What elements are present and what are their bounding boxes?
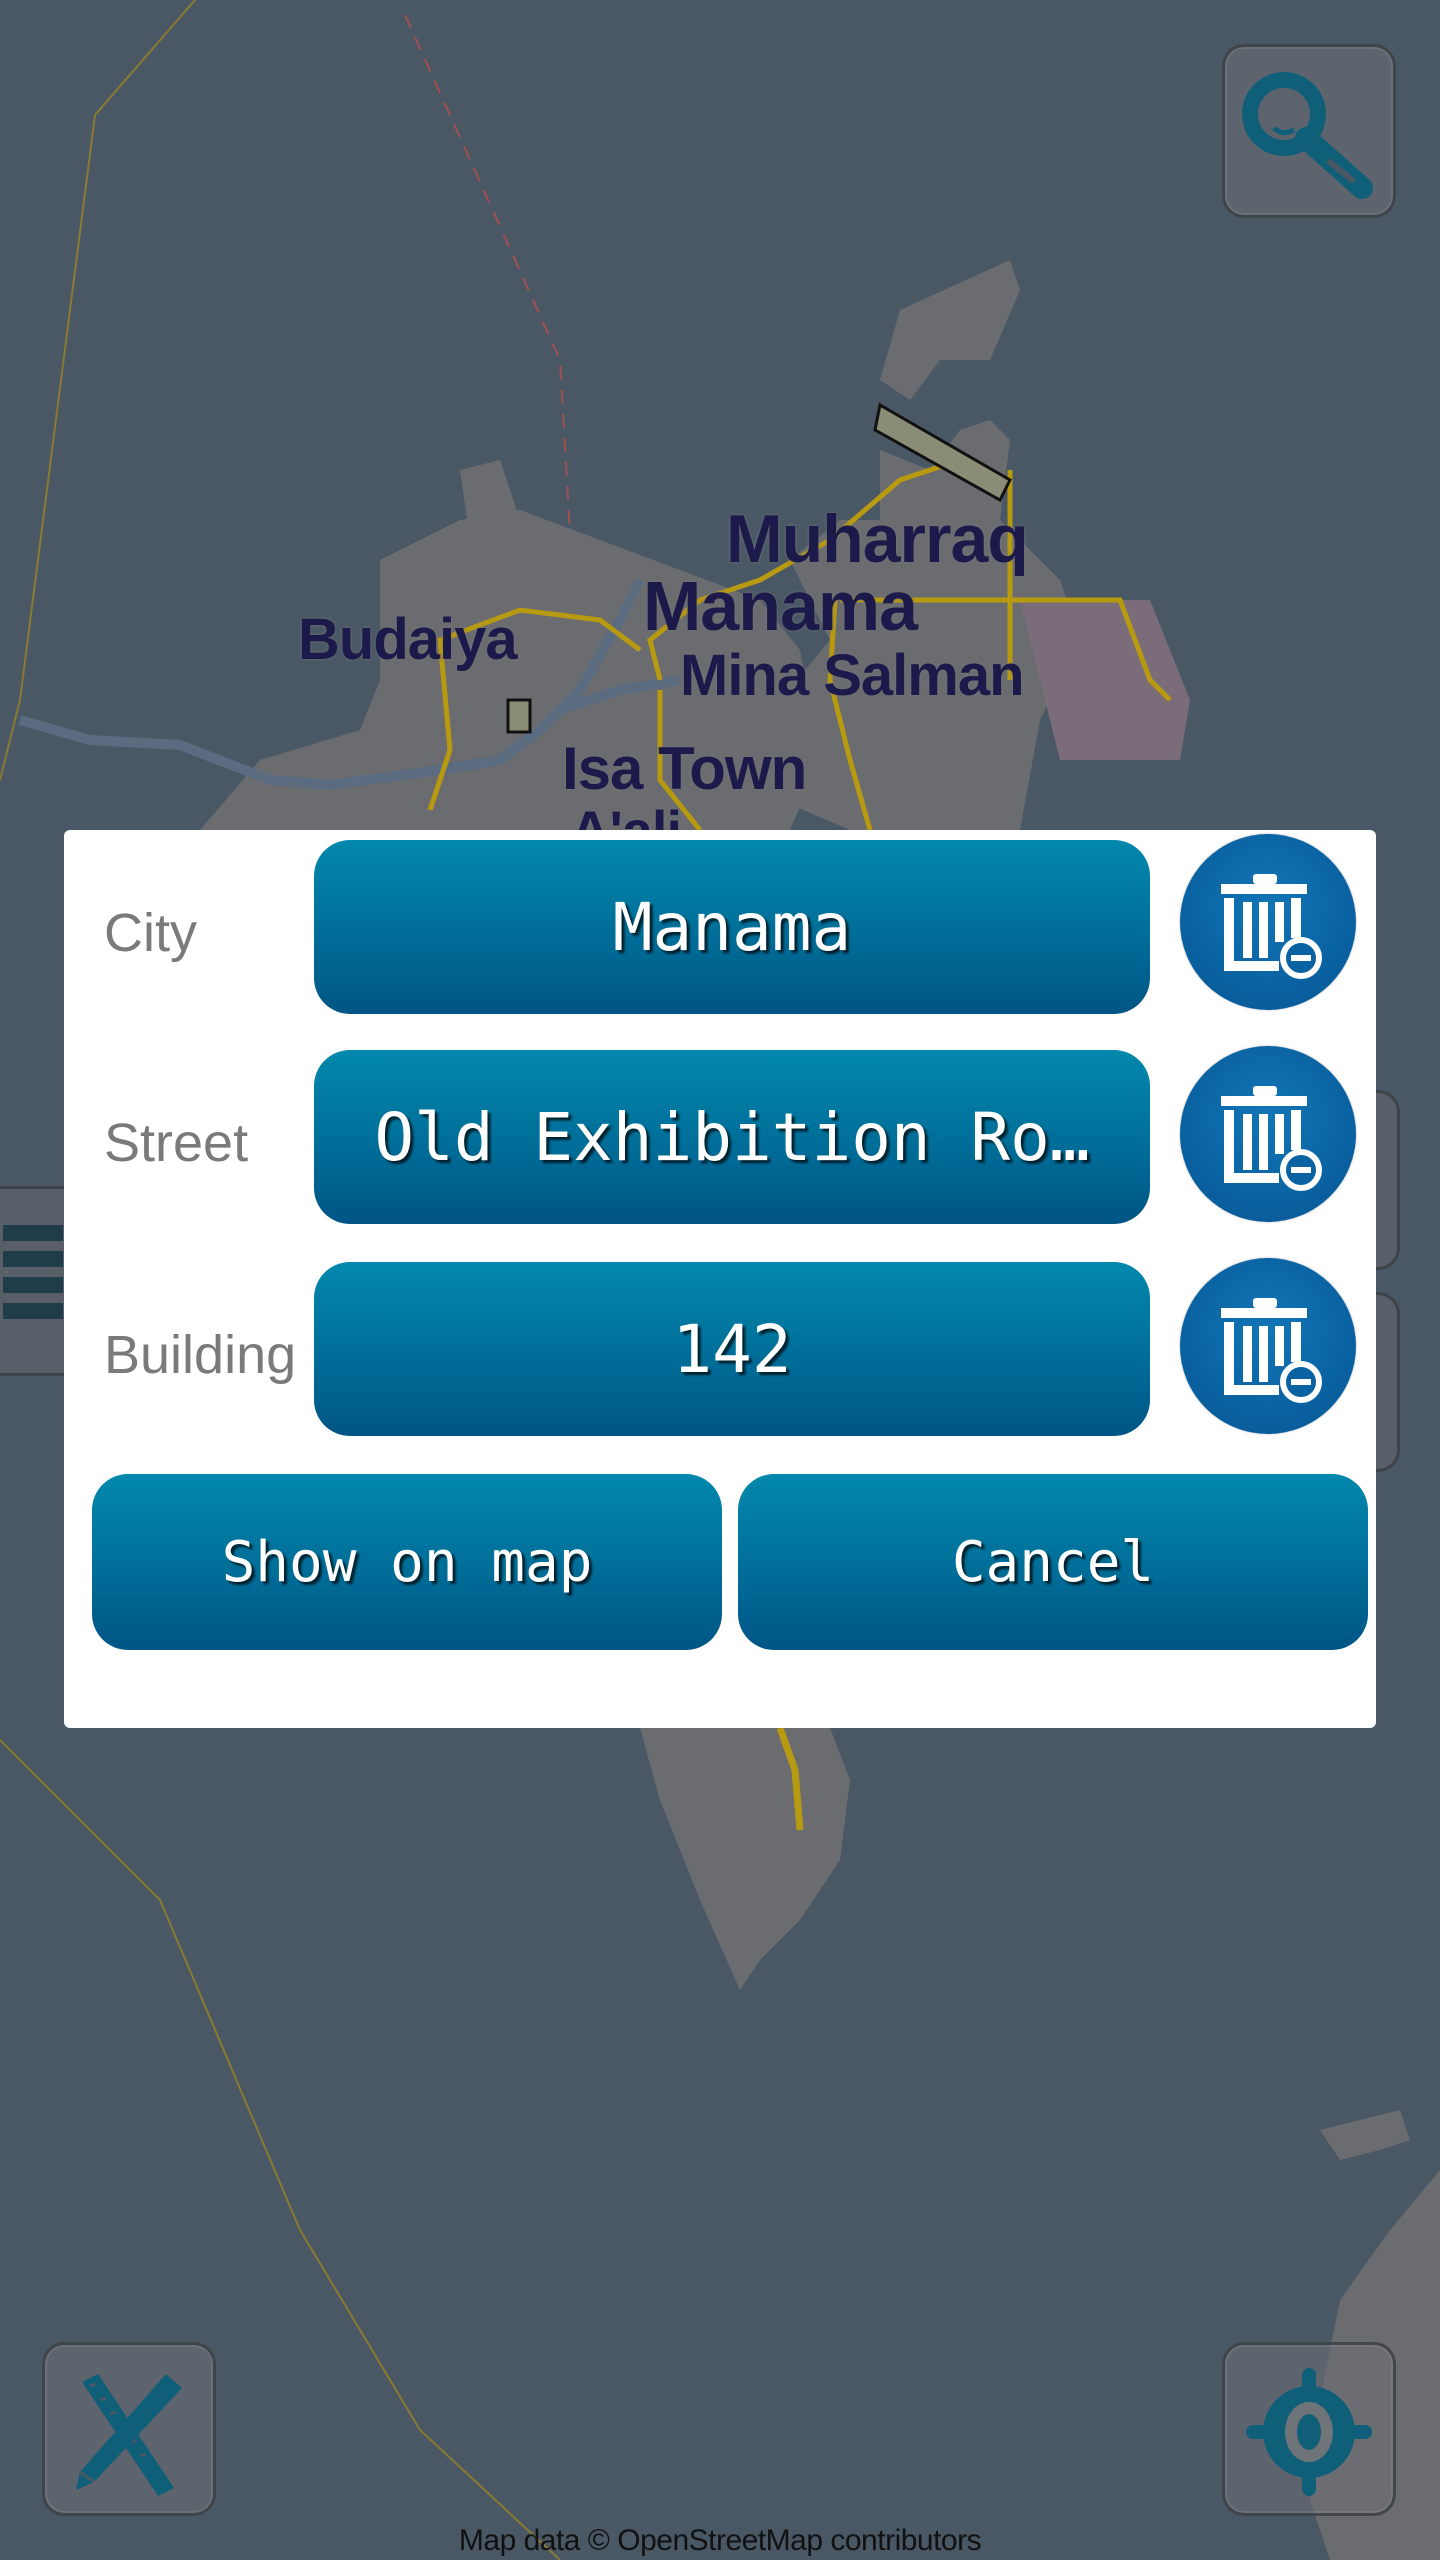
trash-minus-icon — [1221, 1086, 1322, 1191]
locate-button[interactable] — [1222, 2342, 1396, 2516]
trash-minus-icon — [1221, 874, 1322, 979]
crosshair-locate-icon — [1246, 2368, 1372, 2496]
ruler-pencil-icon — [76, 2374, 182, 2496]
map-label-isa-town: Isa Town — [562, 735, 807, 802]
map-attribution: Map data © OpenStreetMap contributors — [458, 2524, 982, 2557]
city-field-button[interactable]: Manama — [314, 840, 1150, 1014]
search-icon — [1242, 72, 1373, 199]
building-label: Building — [104, 1325, 297, 1385]
cancel-button[interactable]: Cancel — [738, 1474, 1368, 1650]
map-label-mina-salman: Mina Salman — [680, 643, 1025, 708]
map-label-aali: A'ali — [570, 798, 681, 830]
street-field-button[interactable]: Old Exhibition Ro… — [314, 1050, 1150, 1224]
address-search-dialog: City Manama Street Old Exhibition Ro… Bu… — [64, 830, 1376, 1728]
map-label-manama: Manama — [643, 567, 918, 645]
trash-minus-icon — [1221, 1298, 1322, 1403]
map-label-budaiya: Budaiya — [298, 607, 518, 672]
clear-building-button[interactable] — [1180, 1258, 1356, 1434]
building-field-button[interactable]: 142 — [314, 1262, 1150, 1436]
building-marker — [506, 698, 532, 734]
show-on-map-button[interactable]: Show on map — [92, 1474, 722, 1650]
clear-city-button[interactable] — [1180, 834, 1356, 1010]
city-label: City — [104, 903, 197, 963]
street-label: Street — [104, 1113, 249, 1173]
search-button[interactable] — [1222, 44, 1396, 218]
clear-street-button[interactable] — [1180, 1046, 1356, 1222]
measure-button[interactable] — [42, 2342, 216, 2516]
